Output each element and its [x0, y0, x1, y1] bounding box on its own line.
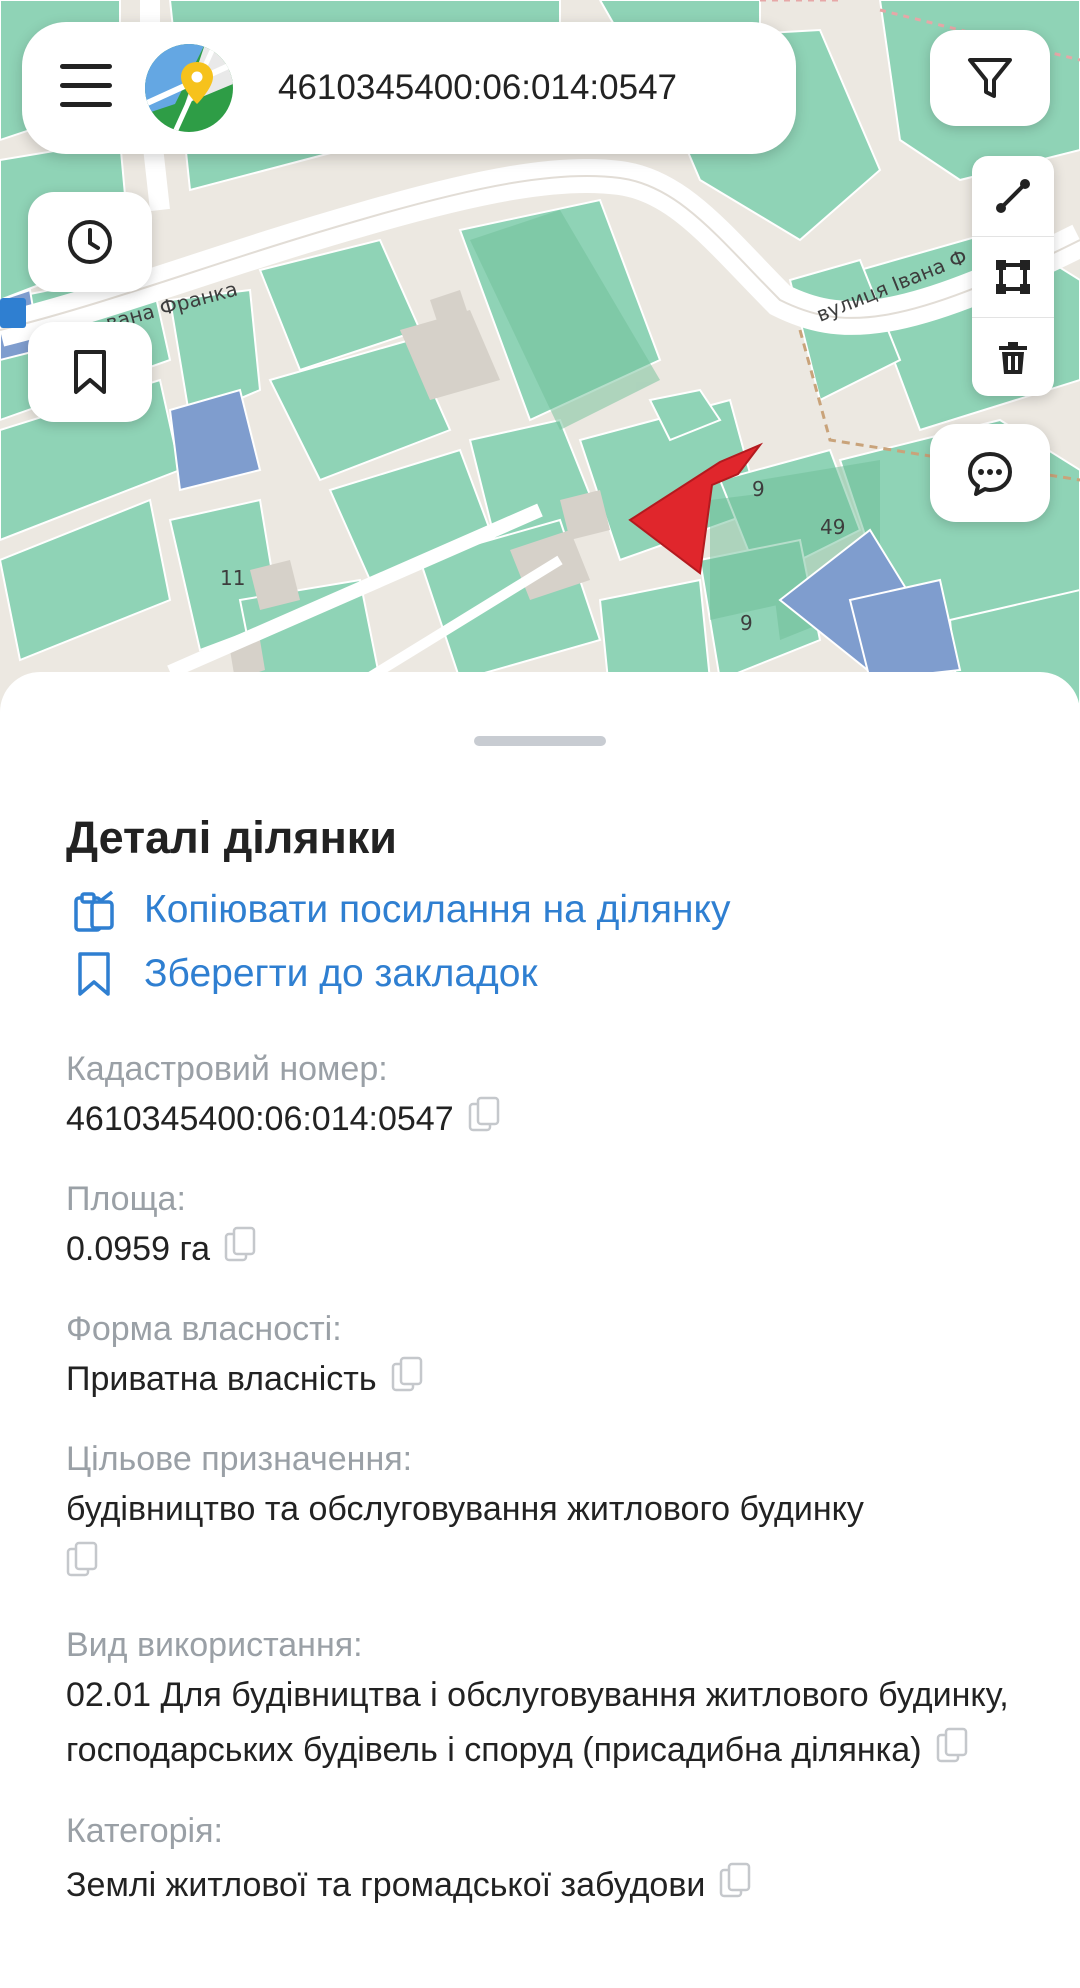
area-value: 0.0959 га	[66, 1230, 211, 1268]
category-value: Землі житлової та громадської забудови	[66, 1866, 706, 1904]
clear-drawing-button[interactable]	[972, 318, 1054, 398]
chat-bubble-icon	[968, 452, 1012, 496]
measure-area-button[interactable]	[972, 237, 1054, 318]
chat-button[interactable]	[930, 424, 1050, 522]
field-value-usage: 02.01 Для будівництва і обслуговування ж…	[66, 1668, 1026, 1782]
draw-polygon-icon	[996, 260, 1030, 294]
cadastral-number: 4610345400:06:014:0547	[66, 1100, 454, 1138]
copy-icon[interactable]	[391, 1356, 425, 1411]
copy-icon[interactable]	[719, 1862, 753, 1917]
field-value-ownership: Приватна власність	[66, 1352, 1026, 1411]
house-number: 11	[220, 566, 245, 590]
draw-line-icon	[996, 179, 1030, 213]
house-number: 9	[740, 611, 753, 635]
history-button[interactable]	[28, 192, 152, 292]
drawing-toolbar	[972, 156, 1054, 396]
save-bookmark-label: Зберегти до закладок	[144, 952, 538, 995]
poi-marker	[0, 298, 26, 328]
field-label-category: Категорія:	[66, 1812, 223, 1850]
copy-icon[interactable]	[936, 1727, 970, 1782]
search-bar	[22, 22, 796, 154]
save-bookmark-button[interactable]: Зберегти до закладок	[66, 946, 538, 1002]
field-label-usage: Вид використання:	[66, 1626, 363, 1664]
bookmarks-button[interactable]	[28, 322, 152, 422]
field-value-area: 0.0959 га	[66, 1222, 1026, 1281]
clock-icon	[68, 220, 112, 264]
field-value-category: Землі житлової та громадської забудови	[66, 1858, 1026, 1917]
app-logo[interactable]	[145, 44, 233, 132]
hamburger-icon[interactable]	[60, 64, 112, 110]
copy-link-icon	[66, 882, 122, 938]
filter-button[interactable]	[930, 30, 1050, 126]
bookmark-icon	[66, 946, 122, 1002]
copy-icon[interactable]	[66, 1541, 100, 1596]
field-value-purpose: будівництво та обслуговування житлового …	[66, 1482, 1026, 1596]
purpose-value: будівництво та обслуговування житлового …	[66, 1490, 864, 1528]
field-label-ownership: Форма власності:	[66, 1310, 342, 1348]
copy-link-button[interactable]: Копіювати посилання на ділянку	[66, 882, 731, 938]
house-number: 49	[820, 515, 845, 539]
measure-line-button[interactable]	[972, 156, 1054, 237]
copy-link-label: Копіювати посилання на ділянку	[144, 888, 731, 931]
search-input[interactable]	[272, 60, 762, 116]
bookmark-icon	[74, 350, 106, 394]
field-label-area: Площа:	[66, 1180, 186, 1218]
usage-value: 02.01 Для будівництва і обслуговування ж…	[66, 1676, 1009, 1769]
sheet-title: Деталі ділянки	[66, 812, 397, 863]
house-number: 9	[752, 477, 765, 501]
trash-icon	[999, 342, 1027, 374]
filter-funnel-icon	[968, 58, 1012, 98]
field-value-cadastral: 4610345400:06:014:0547	[66, 1092, 1026, 1151]
parcel-details-sheet: Деталі ділянки Копіювати посилання на ді…	[0, 672, 1080, 1988]
sheet-drag-handle[interactable]	[474, 736, 606, 746]
search-fade	[712, 58, 768, 118]
copy-icon[interactable]	[468, 1096, 502, 1151]
field-label-purpose: Цільове призначення:	[66, 1440, 413, 1478]
field-label-cadastral: Кадастровий номер:	[66, 1050, 388, 1088]
ownership-value: Приватна власність	[66, 1360, 377, 1398]
copy-icon[interactable]	[224, 1226, 258, 1281]
